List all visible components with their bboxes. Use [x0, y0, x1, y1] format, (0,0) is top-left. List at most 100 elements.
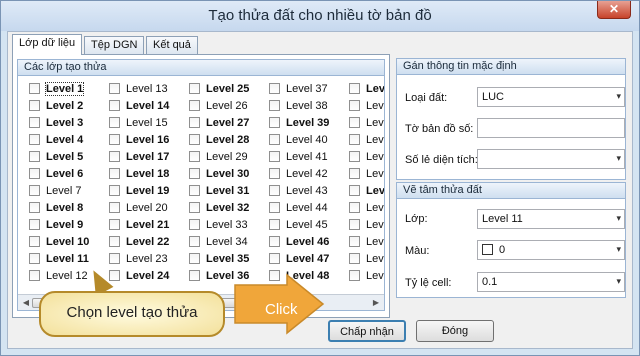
layer-checkbox-item[interactable]: Level	[348, 114, 384, 131]
layer-checkbox-item[interactable]: Level 8	[28, 199, 108, 216]
checkbox[interactable]	[189, 236, 200, 247]
layer-checkbox-item[interactable]: Level 4	[28, 131, 108, 148]
layer-checkbox-item[interactable]: Level	[348, 216, 384, 233]
layer-checkbox-item[interactable]: Level 27	[188, 114, 268, 131]
checkbox[interactable]	[109, 134, 120, 145]
checkbox[interactable]	[349, 151, 360, 162]
checkbox[interactable]	[269, 117, 280, 128]
checkbox[interactable]	[29, 151, 40, 162]
layer-checkbox-item[interactable]: Level 40	[268, 131, 348, 148]
checkbox[interactable]	[29, 134, 40, 145]
checkbox[interactable]	[189, 253, 200, 264]
layer-checkbox-item[interactable]: Level	[348, 80, 384, 97]
checkbox[interactable]	[29, 168, 40, 179]
color-combo[interactable]: 0	[477, 240, 625, 260]
checkbox[interactable]	[109, 185, 120, 196]
checkbox[interactable]	[269, 185, 280, 196]
checkbox[interactable]	[349, 202, 360, 213]
checkbox[interactable]	[109, 219, 120, 230]
layer-checkbox-item[interactable]: Level 29	[188, 148, 268, 165]
layer-checkbox-item[interactable]: Level 41	[268, 148, 348, 165]
layer-checkbox-item[interactable]: Level 3	[28, 114, 108, 131]
checkbox[interactable]	[29, 270, 40, 281]
layer-checkbox-item[interactable]: Level 44	[268, 199, 348, 216]
checkbox[interactable]	[349, 168, 360, 179]
layer-checkbox-item[interactable]: Level 26	[188, 97, 268, 114]
layer-checkbox-item[interactable]: Level 33	[188, 216, 268, 233]
layer-checkbox-item[interactable]: Level 43	[268, 182, 348, 199]
layer-checkbox-item[interactable]: Level 28	[188, 131, 268, 148]
accept-button[interactable]: Chấp nhận	[328, 320, 406, 342]
checkbox[interactable]	[349, 134, 360, 145]
checkbox[interactable]	[349, 83, 360, 94]
layer-checkbox-item[interactable]: Level	[348, 131, 384, 148]
checkbox[interactable]	[189, 83, 200, 94]
checkbox[interactable]	[269, 100, 280, 111]
checkbox[interactable]	[189, 185, 200, 196]
layer-checkbox-item[interactable]: Level 21	[108, 216, 188, 233]
layer-checkbox-item[interactable]: Level 5	[28, 148, 108, 165]
checkbox[interactable]	[29, 185, 40, 196]
checkbox[interactable]	[269, 202, 280, 213]
checkbox[interactable]	[109, 100, 120, 111]
layer-checkbox-item[interactable]: Level	[348, 165, 384, 182]
checkbox[interactable]	[109, 83, 120, 94]
area-decimals-combo[interactable]	[477, 149, 625, 169]
checkbox[interactable]	[269, 236, 280, 247]
layer-checkbox-item[interactable]: Level 31	[188, 182, 268, 199]
layer-checkbox-item[interactable]: Level 25	[188, 80, 268, 97]
layer-checkbox-item[interactable]: Level 23	[108, 250, 188, 267]
checkbox[interactable]	[29, 236, 40, 247]
centroid-layer-combo[interactable]: Level 11	[477, 209, 625, 229]
layer-checkbox-item[interactable]: Level 7	[28, 182, 108, 199]
checkbox[interactable]	[29, 117, 40, 128]
checkbox[interactable]	[269, 83, 280, 94]
checkbox[interactable]	[269, 168, 280, 179]
layer-checkbox-item[interactable]: Level 32	[188, 199, 268, 216]
checkbox[interactable]	[109, 236, 120, 247]
layer-checkbox-item[interactable]: Level	[348, 250, 384, 267]
layer-checkbox-item[interactable]: Level 35	[188, 250, 268, 267]
checkbox[interactable]	[269, 219, 280, 230]
checkbox[interactable]	[269, 151, 280, 162]
layer-checkbox-item[interactable]: Level 20	[108, 199, 188, 216]
checkbox[interactable]	[29, 219, 40, 230]
layer-checkbox-item[interactable]: Level	[348, 182, 384, 199]
layer-checkbox-item[interactable]: Level 38	[268, 97, 348, 114]
checkbox[interactable]	[109, 168, 120, 179]
layer-checkbox-item[interactable]: Level 15	[108, 114, 188, 131]
checkbox[interactable]	[29, 100, 40, 111]
layer-checkbox-item[interactable]: Level 10	[28, 233, 108, 250]
layer-checkbox-item[interactable]: Level 6	[28, 165, 108, 182]
layer-checkbox-item[interactable]: Level 16	[108, 131, 188, 148]
checkbox[interactable]	[189, 168, 200, 179]
layer-checkbox-item[interactable]: Level 39	[268, 114, 348, 131]
layer-checkbox-item[interactable]: Level 18	[108, 165, 188, 182]
checkbox[interactable]	[109, 202, 120, 213]
checkbox[interactable]	[109, 117, 120, 128]
layer-checkbox-item[interactable]: Level 13	[108, 80, 188, 97]
checkbox[interactable]	[189, 134, 200, 145]
layer-checkbox-item[interactable]: Level 11	[28, 250, 108, 267]
checkbox[interactable]	[189, 100, 200, 111]
checkbox[interactable]	[349, 219, 360, 230]
tab-results[interactable]: Kết quả	[146, 36, 198, 54]
checkbox[interactable]	[29, 202, 40, 213]
checkbox[interactable]	[189, 202, 200, 213]
scroll-left-icon[interactable]: ◀	[20, 297, 32, 309]
checkbox[interactable]	[189, 151, 200, 162]
layer-checkbox-item[interactable]: Level 37	[268, 80, 348, 97]
checkbox[interactable]	[349, 236, 360, 247]
layer-checkbox-item[interactable]: Level 22	[108, 233, 188, 250]
checkbox[interactable]	[189, 270, 200, 281]
layer-checkbox-item[interactable]: Level 24	[108, 267, 188, 284]
close-window-button[interactable]: ✕	[597, 1, 631, 19]
layer-checkbox-item[interactable]: Level 34	[188, 233, 268, 250]
layer-checkbox-item[interactable]: Level 46	[268, 233, 348, 250]
map-sheet-input[interactable]	[477, 118, 625, 138]
layer-checkbox-item[interactable]: Level 30	[188, 165, 268, 182]
cell-scale-combo[interactable]: 0.1	[477, 272, 625, 292]
layer-checkbox-item[interactable]: Level	[348, 233, 384, 250]
layer-checkbox-item[interactable]: Level 1	[28, 80, 108, 97]
close-button[interactable]: Đóng	[416, 320, 494, 342]
